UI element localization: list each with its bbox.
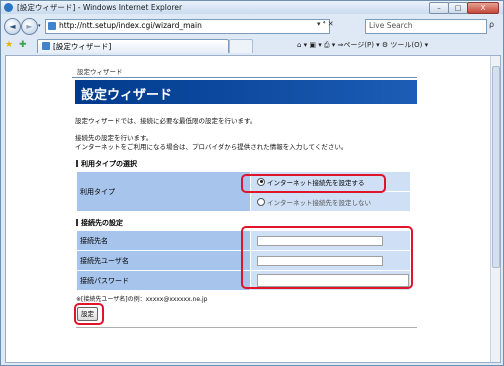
usage-option-none-cell: インターネット接続先を設定しない bbox=[250, 191, 411, 212]
refresh-stop-icons[interactable]: ▾ ⁴ ✕ bbox=[317, 20, 334, 28]
connection-heading-text: 接続先の設定 bbox=[81, 219, 123, 227]
command-bar[interactable]: ⌂ ▾ ▣ ▾ ⎙ ▾ ⇒ページ(P) ▾ ⚙ ツール(O) ▾ bbox=[297, 40, 428, 50]
forward-button[interactable]: ► bbox=[21, 18, 38, 35]
option-none-label[interactable]: インターネット接続先を設定しない bbox=[267, 199, 371, 207]
tab-active[interactable]: [設定ウィザード] bbox=[37, 39, 229, 53]
usage-type-heading-text: 利用タイプの選択 bbox=[81, 160, 137, 168]
breadcrumb: 設定ウィザード bbox=[77, 68, 123, 76]
usage-type-label: 利用タイプ bbox=[76, 171, 251, 212]
add-favorites-icon[interactable]: ✚ bbox=[19, 40, 27, 50]
search-icon[interactable]: ρ bbox=[489, 20, 494, 29]
maximize-button[interactable]: □ bbox=[448, 2, 468, 14]
url-text[interactable]: http://ntt.setup/index.cgi/wizard_main bbox=[59, 21, 202, 30]
vertical-scrollbar[interactable] bbox=[490, 56, 500, 362]
example-note: ※[接続先ユーザ名]の例：xxxxx@xxxxxx.ne.jp bbox=[76, 296, 208, 303]
favorites-star-icon[interactable]: ★ bbox=[5, 40, 13, 50]
connection-password-label: 接続パスワード bbox=[76, 270, 251, 291]
section-marker bbox=[76, 160, 78, 167]
history-dropdown-icon[interactable]: ▾ bbox=[38, 23, 41, 29]
intro-text: 設定ウィザードでは、接続に必要な最低限の設定を行います。 bbox=[75, 117, 257, 125]
connection-name-label: 接続先名 bbox=[76, 230, 251, 251]
ie-logo-icon bbox=[4, 3, 13, 12]
window-title: [設定ウィザード] - Windows Internet Explorer bbox=[17, 3, 183, 12]
page-content: 設定ウィザード 設定ウィザード 設定ウィザードでは、接続に必要な最低限の設定を行… bbox=[5, 55, 501, 363]
browser-window: [設定ウィザード] - Windows Internet Explorer – … bbox=[0, 0, 504, 366]
section-marker bbox=[76, 219, 78, 226]
connection-user-label: 接続先ユーザ名 bbox=[76, 250, 251, 271]
back-button[interactable]: ◄ bbox=[4, 18, 21, 35]
connection-heading: 接続先の設定 bbox=[76, 218, 123, 228]
address-bar[interactable]: http://ntt.setup/index.cgi/wizard_main bbox=[45, 19, 330, 34]
new-tab-button[interactable] bbox=[229, 39, 253, 53]
tab-label: [設定ウィザード] bbox=[53, 42, 112, 51]
bottom-divider bbox=[76, 327, 417, 328]
page-icon bbox=[48, 22, 56, 30]
page-banner: 設定ウィザード bbox=[75, 80, 417, 104]
breadcrumb-divider bbox=[72, 77, 417, 78]
tab-row: ★ ✚ [設定ウィザード] ⌂ ▾ ▣ ▾ ⎙ ▾ ⇒ページ(P) ▾ ⚙ ツー… bbox=[1, 38, 503, 54]
highlight-submit bbox=[74, 303, 104, 325]
close-button[interactable]: X bbox=[467, 2, 499, 14]
address-row: ◄ ► ▾ http://ntt.setup/index.cgi/wizard_… bbox=[1, 15, 503, 37]
usage-type-heading: 利用タイプの選択 bbox=[76, 159, 137, 169]
title-bar: [設定ウィザード] - Windows Internet Explorer – … bbox=[1, 1, 503, 14]
minimize-button[interactable]: – bbox=[429, 2, 449, 14]
search-placeholder: Live Search bbox=[369, 21, 413, 30]
highlight-connection-fields bbox=[241, 226, 413, 289]
radio-no-connection[interactable] bbox=[257, 197, 265, 206]
page-title: 設定ウィザード bbox=[81, 88, 173, 103]
highlight-option-set bbox=[241, 174, 386, 193]
tab-page-icon bbox=[42, 42, 50, 50]
connection-note-2: インターネットをご利用になる場合は、プロバイダから提供された情報を入力してくださ… bbox=[75, 143, 348, 151]
scrollbar-thumb[interactable] bbox=[492, 66, 500, 268]
search-input[interactable]: Live Search bbox=[365, 19, 487, 34]
